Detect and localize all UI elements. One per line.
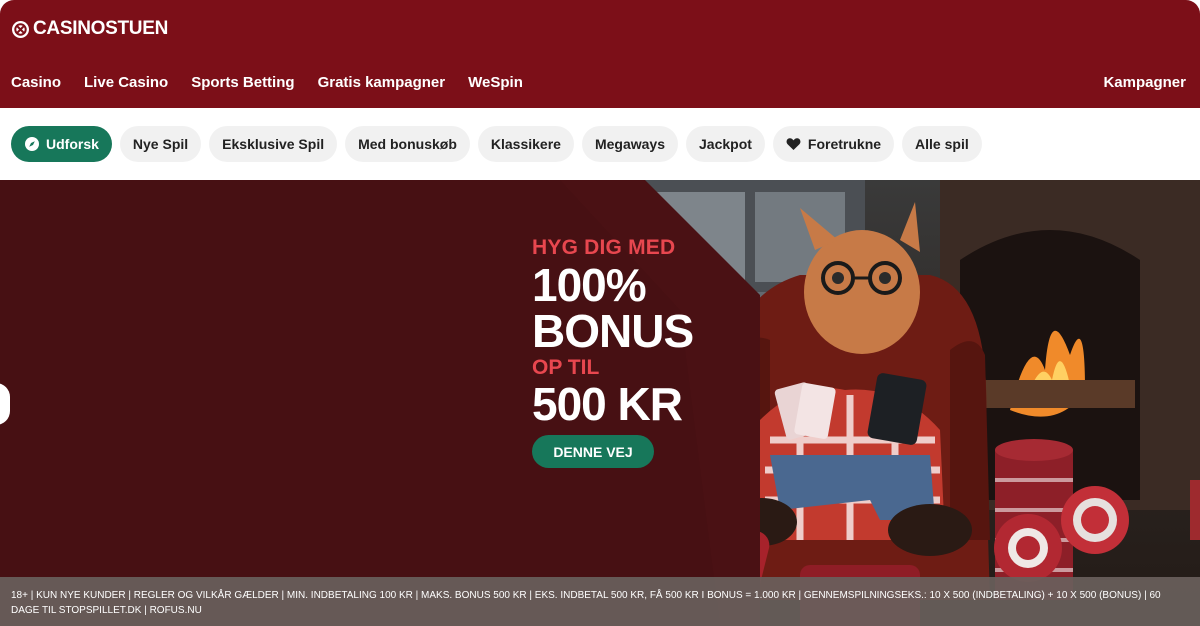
hero-banner[interactable]: HYG DIG MED 100% BONUS OP TIL 500 KR DEN… bbox=[0, 180, 1200, 626]
nav-item-live-casino[interactable]: Live Casino bbox=[84, 74, 168, 91]
promo-text: HYG DIG MED 100% BONUS OP TIL 500 KR bbox=[532, 236, 694, 430]
category-nye-spil[interactable]: Nye Spil bbox=[119, 126, 202, 162]
terms-disclaimer: 18+ | KUN NYE KUNDER | REGLER OG VILKÅR … bbox=[0, 577, 1200, 626]
category-jackpot[interactable]: Jackpot bbox=[686, 126, 765, 162]
nav-item-gratis-kampagner[interactable]: Gratis kampagner bbox=[318, 74, 446, 91]
category-foretrukne[interactable]: Foretrukne bbox=[772, 126, 895, 162]
category-label: Nye Spil bbox=[132, 136, 189, 152]
promo-line-4: OP TIL bbox=[532, 356, 600, 379]
promo-line-1: HYG DIG MED bbox=[532, 236, 676, 259]
category-label: Alle spil bbox=[915, 136, 969, 152]
category-alle-spil[interactable]: Alle spil bbox=[902, 126, 982, 162]
category-label: Med bonuskøb bbox=[358, 136, 457, 152]
category-med-bonuskob[interactable]: Med bonuskøb bbox=[345, 126, 470, 162]
category-label: Foretrukne bbox=[807, 136, 882, 152]
nav-item-wespin[interactable]: WeSpin bbox=[468, 74, 523, 91]
main-nav: Casino Live Casino Sports Betting Gratis… bbox=[11, 74, 523, 91]
category-udforsk[interactable]: Udforsk bbox=[11, 126, 112, 162]
brand-logo[interactable]: CASINOSTUEN bbox=[12, 18, 168, 40]
compass-icon bbox=[24, 136, 40, 152]
category-eksklusive-spil[interactable]: Eksklusive Spil bbox=[209, 126, 338, 162]
nav-item-casino[interactable]: Casino bbox=[11, 74, 61, 91]
brand-name: CASINOSTUEN bbox=[33, 18, 168, 39]
category-label: Megaways bbox=[594, 136, 665, 152]
heart-icon bbox=[786, 136, 802, 152]
nav-item-sports-betting[interactable]: Sports Betting bbox=[191, 74, 294, 91]
category-label: Eksklusive Spil bbox=[222, 136, 325, 152]
casino-chip-icon bbox=[12, 20, 29, 38]
promo-line-3: BONUS bbox=[532, 305, 694, 357]
category-label: Klassikere bbox=[490, 136, 561, 152]
category-label: Udforsk bbox=[46, 136, 99, 152]
promo-line-2: 100% bbox=[532, 259, 647, 311]
denne-vej-button[interactable]: DENNE VEJ bbox=[532, 435, 654, 468]
kampagner-link[interactable]: Kampagner bbox=[1103, 74, 1186, 91]
category-bar: Udforsk Nye Spil Eksklusive Spil Med bon… bbox=[0, 108, 1200, 180]
category-label: Jackpot bbox=[699, 136, 752, 152]
promo-line-5: 500 KR bbox=[532, 378, 683, 430]
category-klassikere[interactable]: Klassikere bbox=[477, 126, 574, 162]
site-header: CASINOSTUEN Casino Live Casino Sports Be… bbox=[0, 0, 1200, 108]
category-megaways[interactable]: Megaways bbox=[581, 126, 678, 162]
